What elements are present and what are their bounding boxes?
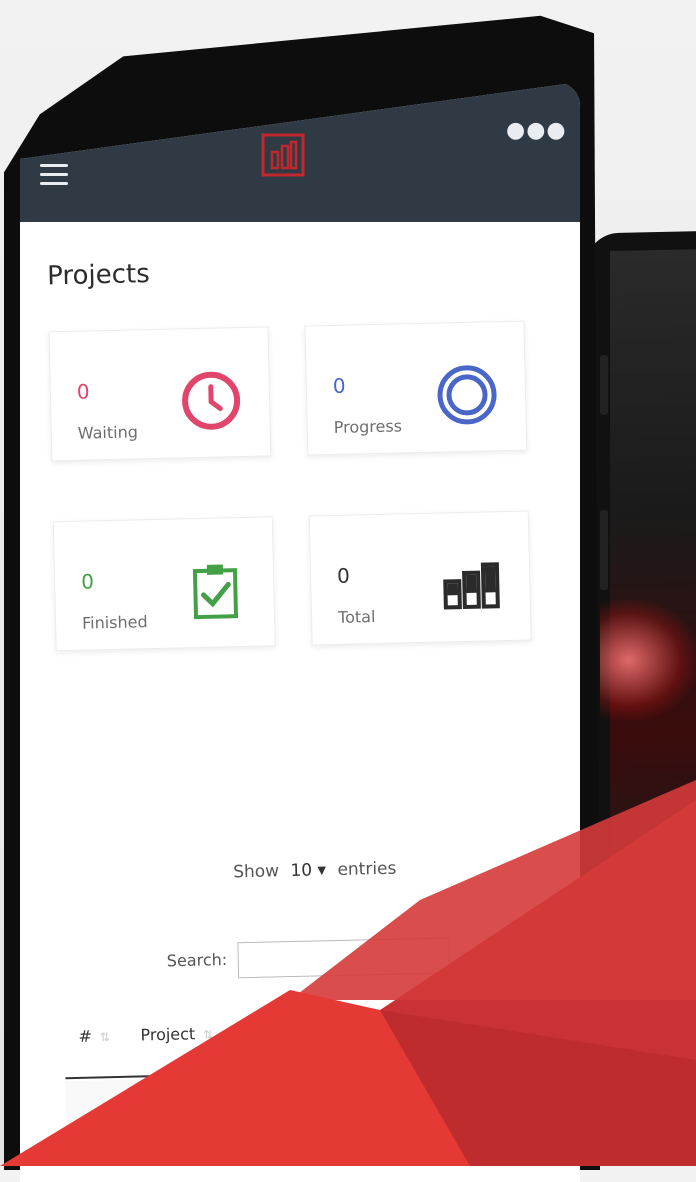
- dropdown-caret-icon: ▾: [317, 860, 327, 881]
- hamburger-menu-icon[interactable]: [40, 164, 68, 190]
- more-options-icon[interactable]: ●●●: [506, 118, 567, 143]
- show-label: Show: [232, 861, 280, 883]
- entries-length-control: Show 10 ▾ entries: [35, 854, 580, 887]
- stat-value: 0: [76, 379, 90, 404]
- column-header-progress[interactable]: Progress ⇅: [350, 1019, 437, 1040]
- stat-value: 0: [80, 569, 95, 594]
- table-empty-row: No data available i: [65, 1068, 580, 1129]
- projects-page: Projects 0 Waiting 0 Progress 0 Finished…: [20, 209, 580, 1182]
- search-label: Search:: [166, 949, 228, 971]
- page-title: Projects: [46, 259, 151, 292]
- progress-ring-icon: [437, 365, 497, 425]
- entries-label: entries: [337, 858, 397, 880]
- search-control: Search:: [166, 937, 451, 979]
- table-info: Showi: [191, 1145, 240, 1166]
- sort-icon: ⇅: [203, 1027, 214, 1043]
- sort-icon: ⇅: [324, 1035, 335, 1050]
- column-header-status[interactable]: S: [484, 1017, 495, 1036]
- sort-icon: ⇅: [426, 1022, 437, 1037]
- entries-value: 10: [290, 860, 313, 882]
- entries-select[interactable]: 10 ▾: [290, 860, 326, 881]
- stat-label: Waiting: [77, 422, 139, 443]
- stat-label: Total: [337, 607, 376, 627]
- stat-label: Finished: [81, 612, 148, 633]
- phone-screen: ●●● Projects 0 Waiting 0 Progress 0 Fini…: [20, 82, 580, 1182]
- table-header: # ⇅ Project ⇅ Due Date ⇅ Progress ⇅ S: [63, 994, 580, 1080]
- stat-card-waiting[interactable]: 0 Waiting: [48, 326, 272, 462]
- column-header-number[interactable]: # ⇅: [78, 1026, 110, 1046]
- search-input[interactable]: [237, 937, 451, 979]
- stat-label: Progress: [333, 416, 403, 437]
- stat-card-finished[interactable]: 0 Finished: [52, 516, 276, 652]
- front-phone: ●●● Projects 0 Waiting 0 Progress 0 Fini…: [0, 0, 696, 1182]
- clock-icon: [182, 371, 241, 430]
- sort-icon: ⇅: [99, 1030, 111, 1045]
- stat-value: 0: [336, 563, 351, 588]
- stat-card-total[interactable]: 0 Total: [308, 510, 532, 646]
- column-header-due-date[interactable]: Due Date: [244, 1008, 305, 1061]
- stat-card-progress[interactable]: 0 Progress: [304, 320, 528, 456]
- app-logo[interactable]: [260, 132, 306, 178]
- column-header-project[interactable]: Project ⇅: [140, 1024, 214, 1044]
- stat-value: 0: [332, 373, 346, 398]
- clipboard-check-icon: [192, 564, 239, 620]
- bar-chart-icon: [443, 562, 500, 610]
